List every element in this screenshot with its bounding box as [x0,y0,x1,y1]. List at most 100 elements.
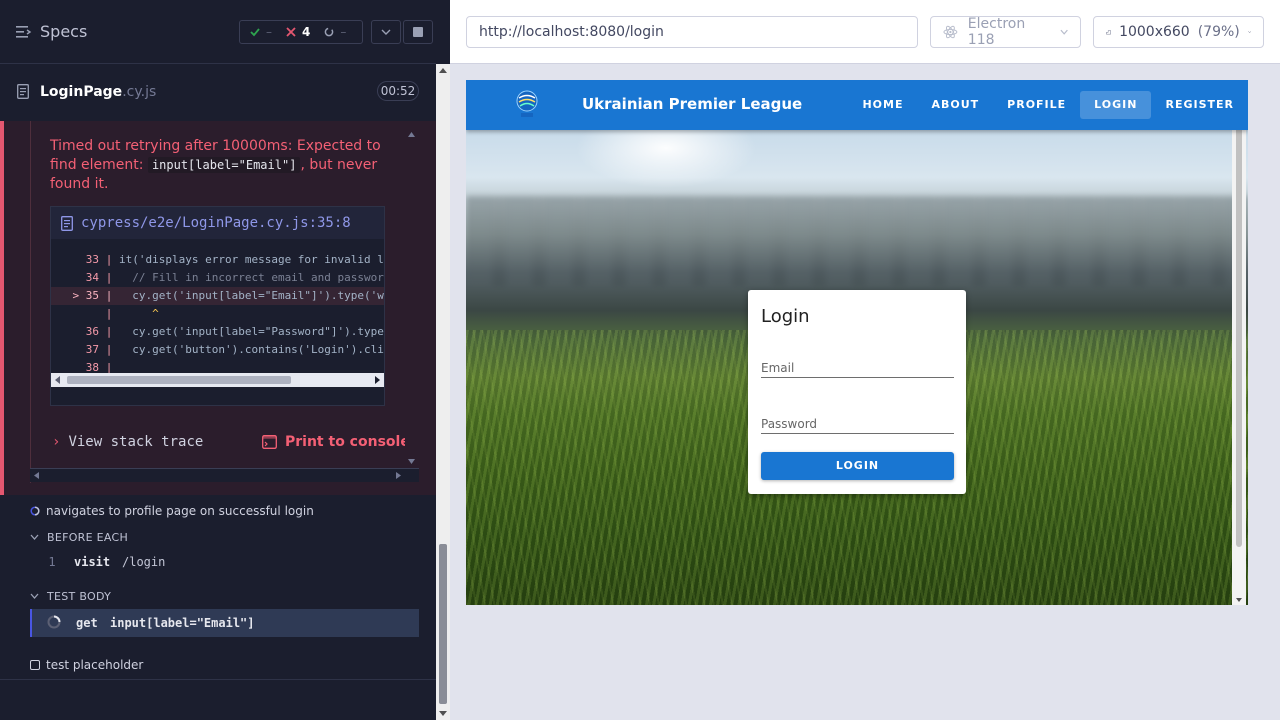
nav-profile[interactable]: PROFILE [993,91,1080,119]
code-line: 33 | it('displays error message for invali… [51,251,384,269]
check-icon [250,28,260,37]
spec-header: LoginPage.cy.js 00:52 [0,74,436,110]
aut-vscrollbar[interactable] [1232,80,1246,605]
ruler-icon [1106,30,1111,35]
line-number: > 35 [51,287,100,305]
app-brand-title[interactable]: Ukrainian Premier League [582,95,802,113]
view-stack-trace-button[interactable]: › View stack trace [52,434,203,450]
specs-list-icon [16,25,32,38]
line-gutter: | [105,343,113,356]
code-frame-file-link[interactable]: cypress/e2e/LoginPage.cy.js:35:8 [51,207,384,239]
code-line: 36 | cy.get('input[label="Password"]').ty… [51,323,384,341]
hook-before-each[interactable]: BEFORE EACH [30,528,420,546]
print-to-console-button[interactable]: Print to console [262,434,410,450]
login-title: Login [761,306,810,327]
line-code: cy.get('input[label="Email"]').type('wr [119,289,384,302]
code-frame-body: 33 | it('displays error message for invali… [51,239,384,387]
scroll-up-arrow-icon[interactable] [439,68,447,73]
command-message: /login [122,555,166,569]
spec-filename: LoginPage.cy.js [40,84,156,100]
spec-name: LoginPage [40,84,123,100]
pending-square-icon [30,660,40,670]
chevron-down-icon [1060,29,1068,35]
scroll-right-arrow-icon[interactable] [375,376,380,384]
line-code: cy.get('input[label="Password"]').type( [119,325,384,338]
scroll-left-arrow-icon[interactable] [34,472,39,479]
reporter-vscrollbar[interactable] [436,64,450,720]
code-line: | ^ [51,305,384,323]
hook-label: TEST BODY [47,589,112,603]
aut-header: http://localhost:8080/login Electron 118… [450,0,1280,64]
scrollbar-thumb[interactable] [439,544,447,704]
line-number-value: 35 [85,289,99,302]
test-title: test placeholder [46,658,144,672]
electron-icon [943,25,958,39]
stop-button[interactable] [403,20,433,44]
url-bar[interactable]: http://localhost:8080/login [466,16,918,48]
line-number: 34 [85,271,99,284]
login-button[interactable]: LOGIN [761,452,954,480]
code-line-highlighted: > 35 | cy.get('input[label="Email"]').typ… [51,287,384,305]
app-under-test-panel: http://localhost:8080/login Electron 118… [450,0,1280,720]
document-icon [17,84,29,99]
line-code: // Fill in incorrect email and password [119,271,384,284]
pending-test-row[interactable]: test placeholder [30,656,143,674]
pending-count: – [340,25,347,39]
main-nav: HOME ABOUT PROFILE LOGIN REGISTER [848,91,1248,119]
scroll-down-arrow-icon[interactable] [439,711,447,716]
error-hscrollbar[interactable] [30,468,419,482]
hook-label: BEFORE EACH [47,530,129,544]
stop-icon [413,27,423,37]
failed-test-block: Timed out retrying after 10000ms: Expect… [0,121,436,495]
scroll-down-arrow-icon[interactable] [1236,598,1242,602]
scroll-right-arrow-icon[interactable] [396,472,401,479]
collapse-button[interactable] [371,20,401,44]
password-field[interactable]: Password [761,414,954,434]
command-row[interactable]: 1 visit /login [30,549,419,575]
command-number: 1 [48,555,56,569]
divider [0,679,436,680]
spec-extension: .cy.js [122,84,157,100]
line-gutter: | [105,253,113,266]
specs-toggle-button[interactable]: Specs [16,22,87,41]
scrollbar-thumb[interactable] [67,376,291,384]
viewport-selector[interactable]: 1000x660 (79%) [1093,16,1264,48]
upl-logo[interactable] [514,89,540,121]
login-form-card: Login Email Password LOGIN [748,290,966,494]
nav-home[interactable]: HOME [848,91,917,119]
code-frame-hscrollbar[interactable] [51,373,384,387]
command-name: get [76,616,98,630]
command-name: visit [74,555,111,569]
chevron-down-icon [30,593,39,599]
running-test-row[interactable]: navigates to profile page on successful … [30,501,420,521]
line-marker: > [72,289,80,302]
stadium-stands [466,196,1248,286]
line-number: 33 [85,253,99,266]
email-field[interactable]: Email [761,358,954,378]
command-row-active[interactable]: get input[label="Email"] [30,609,419,637]
pending-stat: – [324,25,346,39]
error-vscrollbar[interactable] [405,128,418,468]
hook-test-body[interactable]: TEST BODY [30,587,420,605]
scrollbar-thumb[interactable] [1236,92,1242,547]
file-icon [61,215,73,231]
line-number: 37 [85,343,99,356]
aut-iframe: Ukrainian Premier League HOME ABOUT PROF… [466,80,1248,605]
scroll-up-arrow-icon[interactable] [408,132,415,137]
scroll-left-arrow-icon[interactable] [55,376,60,384]
code-frame: cypress/e2e/LoginPage.cy.js:35:8 33 | it('… [50,206,385,406]
scroll-down-arrow-icon[interactable] [408,459,415,464]
viewport-size: 1000x660 [1119,24,1190,40]
nav-login[interactable]: LOGIN [1080,91,1152,119]
viewport-scale: (79%) [1197,24,1240,40]
failed-stat: 4 [286,25,310,39]
test-stats: – 4 – [239,20,363,44]
line-code: cy.get('button').contains('Login').clic [119,343,384,356]
nav-about[interactable]: ABOUT [917,91,993,119]
browser-selector[interactable]: Electron 118 [930,16,1081,48]
stack-trace-label: View stack trace [68,434,204,450]
line-number [51,305,99,323]
nav-register[interactable]: REGISTER [1151,91,1248,119]
pending-circle-icon [325,27,334,37]
error-panel: Timed out retrying after 10000ms: Expect… [30,121,419,483]
